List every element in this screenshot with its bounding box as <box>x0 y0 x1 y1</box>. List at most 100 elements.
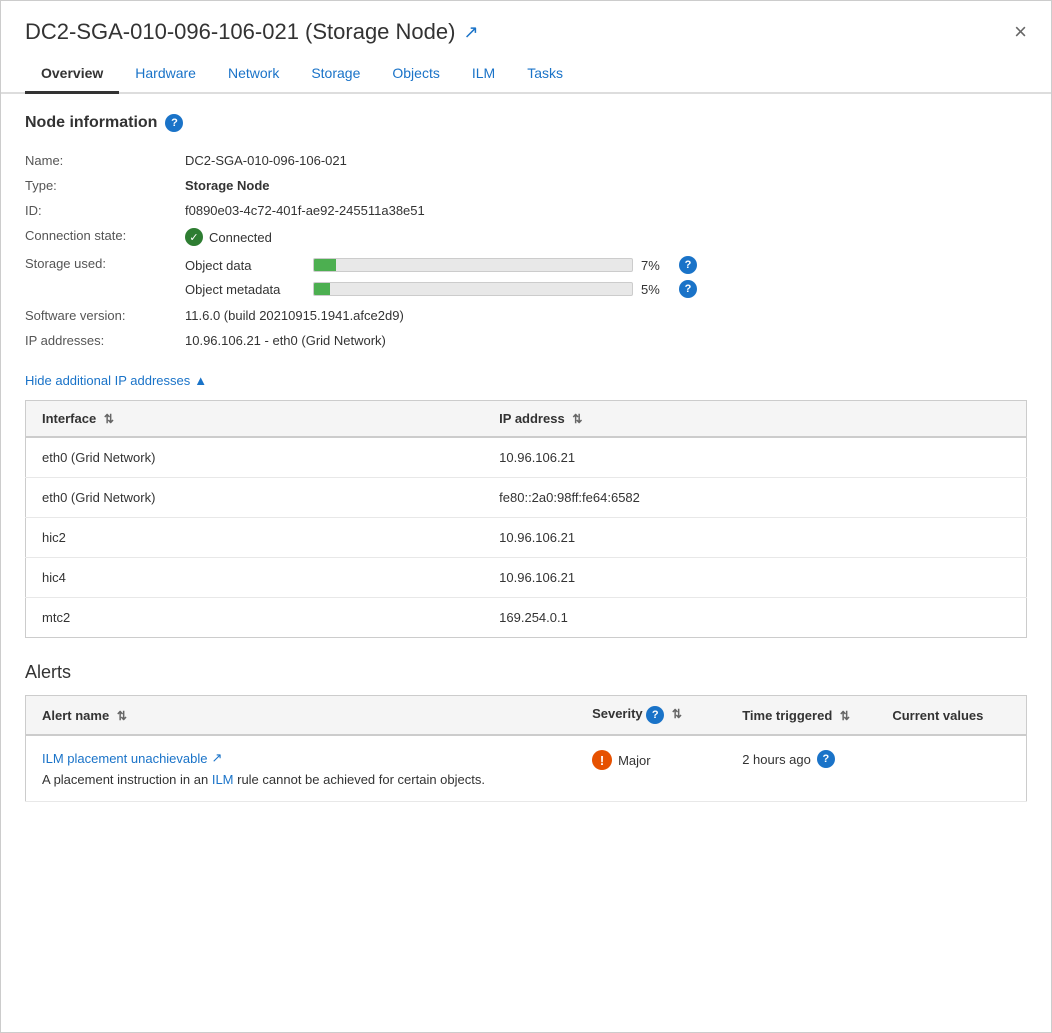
ip-interface-cell: hic2 <box>26 518 484 558</box>
object-data-row: Object data 7% ? <box>185 256 697 274</box>
hide-ip-text: Hide additional IP addresses <box>25 373 190 388</box>
tab-tasks[interactable]: Tasks <box>511 55 579 94</box>
interface-sort-icon[interactable]: ⇅ <box>104 412 114 426</box>
alerts-name-header: Alert name ⇅ <box>26 696 577 736</box>
id-label: ID: <box>25 203 185 218</box>
type-label: Type: <box>25 178 185 193</box>
external-link-icon[interactable]: ↗ <box>463 22 478 43</box>
alerts-current-header: Current values <box>876 696 1026 736</box>
node-info-section-title: Node information ? <box>25 114 1027 132</box>
storage-container: Object data 7% ? Object metadata <box>185 256 697 298</box>
severity-help-icon[interactable]: ? <box>646 706 664 724</box>
alert-severity-cell: ! Major <box>576 735 726 802</box>
time-help-icon[interactable]: ? <box>817 750 835 768</box>
modal-title: DC2-SGA-010-096-106-021 (Storage Node) ↗ <box>25 19 479 45</box>
modal-header: DC2-SGA-010-096-106-021 (Storage Node) ↗… <box>1 1 1051 55</box>
ip-value: 10.96.106.21 - eth0 (Grid Network) <box>185 333 386 348</box>
object-metadata-percent: 5% <box>641 282 671 297</box>
tab-overview[interactable]: Overview <box>25 55 119 94</box>
name-label: Name: <box>25 153 185 168</box>
alerts-section-title: Alerts <box>25 662 1027 683</box>
alert-description: A placement instruction in an ILM rule c… <box>42 772 560 787</box>
ip-primary: 10.96.106.21 - eth0 (Grid Network) <box>185 333 386 348</box>
hide-ip-link[interactable]: Hide additional IP addresses ▲ <box>25 373 1027 388</box>
ip-address-cell: 169.254.0.1 <box>483 598 1026 638</box>
severity-badge: ! Major <box>592 750 710 770</box>
id-row: ID: f0890e03-4c72-401f-ae92-245511a38e51 <box>25 198 1027 223</box>
ip-table-row: hic4 10.96.106.21 <box>26 558 1027 598</box>
ip-address-cell: 10.96.106.21 <box>483 518 1026 558</box>
object-data-progress-bar <box>313 258 633 272</box>
software-row: Software version: 11.6.0 (build 20210915… <box>25 303 1027 328</box>
type-value: Storage Node <box>185 178 270 193</box>
object-data-help-icon[interactable]: ? <box>679 256 697 274</box>
alerts-time-header: Time triggered ⇅ <box>726 696 876 736</box>
connection-value: ✓ Connected <box>185 228 272 246</box>
tabs-container: Overview Hardware Network Storage Object… <box>1 55 1051 94</box>
alerts-severity-header: Severity ? ⇅ <box>576 696 726 736</box>
storage-row: Storage used: Object data 7% ? Object <box>25 251 1027 303</box>
storage-label: Storage used: <box>25 256 185 271</box>
alert-name-link[interactable]: ILM placement unachievable ↗ <box>42 750 560 766</box>
tab-hardware[interactable]: Hardware <box>119 55 212 94</box>
software-label: Software version: <box>25 308 185 323</box>
tab-ilm[interactable]: ILM <box>456 55 511 94</box>
ip-table-row: eth0 (Grid Network) fe80::2a0:98ff:fe64:… <box>26 478 1027 518</box>
ip-interface-cell: hic4 <box>26 558 484 598</box>
ip-addresses-table: Interface ⇅ IP address ⇅ eth0 (Grid Netw… <box>25 400 1027 638</box>
object-data-label: Object data <box>185 258 305 273</box>
node-info-table: Name: DC2-SGA-010-096-106-021 Type: Stor… <box>25 148 1027 353</box>
ip-interface-cell: mtc2 <box>26 598 484 638</box>
hide-ip-chevron-icon: ▲ <box>194 373 207 388</box>
node-info-help-icon[interactable]: ? <box>165 114 183 132</box>
alert-time-cell: 2 hours ago ? <box>726 735 876 802</box>
name-row: Name: DC2-SGA-010-096-106-021 <box>25 148 1027 173</box>
modal-container: DC2-SGA-010-096-106-021 (Storage Node) ↗… <box>0 0 1052 1033</box>
software-value: 11.6.0 (build 20210915.1941.afce2d9) <box>185 308 404 323</box>
connection-label: Connection state: <box>25 228 185 243</box>
severity-sort-icon[interactable]: ⇅ <box>672 707 682 721</box>
ip-table-row: hic2 10.96.106.21 <box>26 518 1027 558</box>
object-data-percent: 7% <box>641 258 671 273</box>
ip-address-cell: fe80::2a0:98ff:fe64:6582 <box>483 478 1026 518</box>
ip-address-cell: 10.96.106.21 <box>483 558 1026 598</box>
ip-label: IP addresses: <box>25 333 185 348</box>
connection-row: Connection state: ✓ Connected <box>25 223 1027 251</box>
tab-objects[interactable]: Objects <box>376 55 455 94</box>
ip-sort-icon[interactable]: ⇅ <box>572 412 582 426</box>
connected-check-icon: ✓ <box>185 228 203 246</box>
object-metadata-fill <box>314 283 330 295</box>
tab-network[interactable]: Network <box>212 55 295 94</box>
object-metadata-help-icon[interactable]: ? <box>679 280 697 298</box>
content-area: Node information ? Name: DC2-SGA-010-096… <box>1 94 1051 822</box>
ip-row: IP addresses: 10.96.106.21 - eth0 (Grid … <box>25 328 1027 353</box>
alert-name-cell: ILM placement unachievable ↗ A placement… <box>26 735 577 802</box>
ip-table-interface-header: Interface ⇅ <box>26 401 484 438</box>
object-metadata-label: Object metadata <box>185 282 305 297</box>
ilm-link[interactable]: ILM <box>212 772 234 787</box>
object-data-fill <box>314 259 336 271</box>
id-value: f0890e03-4c72-401f-ae92-245511a38e51 <box>185 203 425 218</box>
severity-warning-icon: ! <box>592 750 612 770</box>
ip-address-cell: 10.96.106.21 <box>483 437 1026 478</box>
alerts-table: Alert name ⇅ Severity ? ⇅ Time triggered… <box>25 695 1027 802</box>
close-button[interactable]: × <box>1014 21 1027 43</box>
object-metadata-progress-bar <box>313 282 633 296</box>
object-metadata-row: Object metadata 5% ? <box>185 280 697 298</box>
severity-text: Major <box>618 753 651 768</box>
name-value: DC2-SGA-010-096-106-021 <box>185 153 347 168</box>
tab-storage[interactable]: Storage <box>295 55 376 94</box>
ip-table-ip-header: IP address ⇅ <box>483 401 1026 438</box>
alert-name-sort-icon[interactable]: ⇅ <box>117 709 127 723</box>
storage-values: Object data 7% ? Object metadata <box>185 256 697 298</box>
ip-table-row: mtc2 169.254.0.1 <box>26 598 1027 638</box>
time-triggered: 2 hours ago ? <box>742 750 860 768</box>
time-sort-icon[interactable]: ⇅ <box>840 709 850 723</box>
alert-table-row: ILM placement unachievable ↗ A placement… <box>26 735 1027 802</box>
node-info-title: Node information <box>25 114 157 132</box>
alert-external-link-icon: ↗ <box>212 750 223 766</box>
ip-interface-cell: eth0 (Grid Network) <box>26 478 484 518</box>
connection-state: ✓ Connected <box>185 228 272 246</box>
alert-current-cell <box>876 735 1026 802</box>
title-text: DC2-SGA-010-096-106-021 (Storage Node) <box>25 19 455 45</box>
